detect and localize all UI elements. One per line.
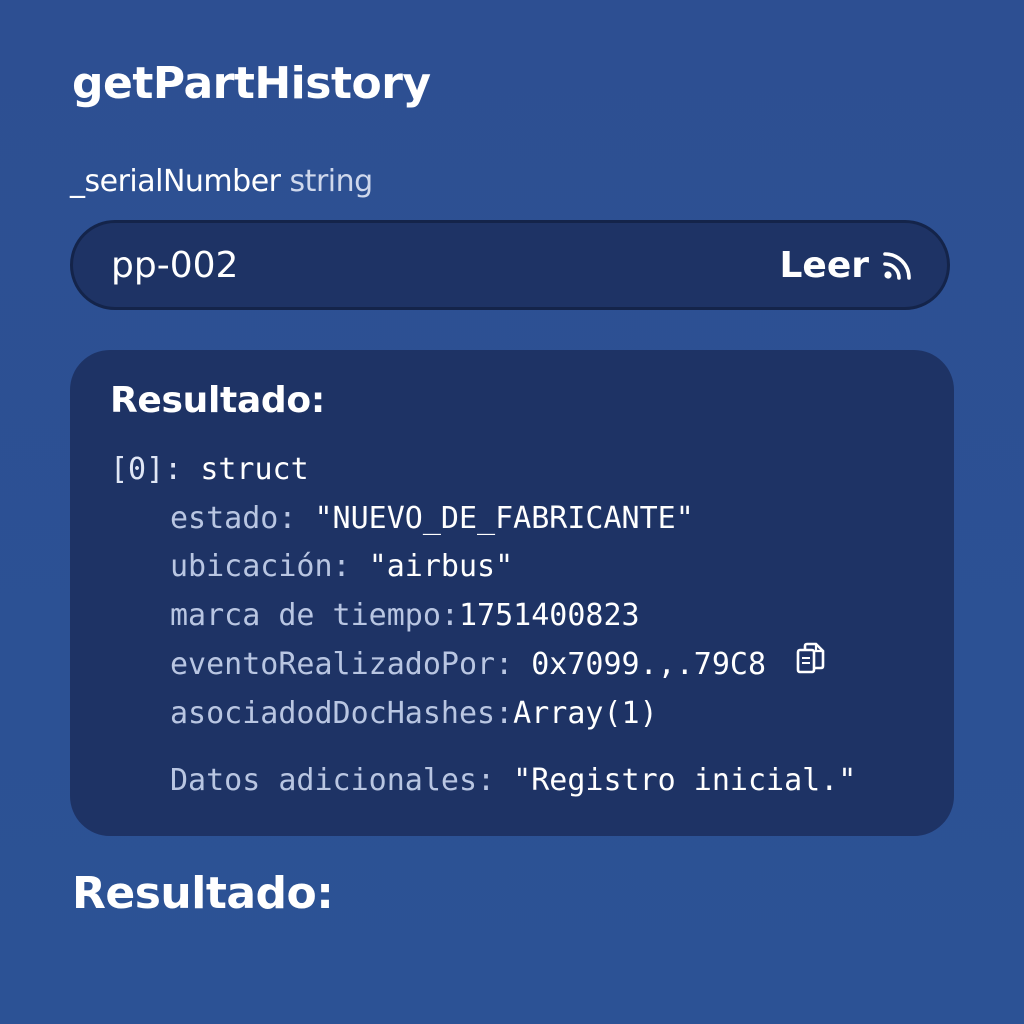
field-evento-realizado-por: eventoRealizadoPor: 0x7099.,.79C8 xyxy=(170,642,826,684)
field-value: "Registro inicial." xyxy=(513,763,857,798)
serial-input-row: Leer xyxy=(70,220,950,310)
field-value: 1751400823 xyxy=(458,598,640,633)
field-key: asociadodDocHashes: xyxy=(170,696,514,731)
function-title: getPartHistory xyxy=(72,58,431,109)
struct-header: [0]: struct xyxy=(110,452,309,487)
serial-number-input[interactable] xyxy=(111,244,780,286)
struct-type: struct xyxy=(200,452,309,487)
field-key: ubicación: xyxy=(170,549,351,584)
field-value: "NUEVO_DE_FABRICANTE" xyxy=(314,501,694,536)
bottom-result-heading: Resultado: xyxy=(72,868,334,919)
field-estado: estado: "NUEVO_DE_FABRICANTE" xyxy=(170,501,694,536)
struct-index: [0]: xyxy=(110,452,183,487)
field-value: "airbus" xyxy=(368,549,514,584)
read-button-label: Leer xyxy=(779,244,869,286)
field-ubicacion: ubicación: "airbus" xyxy=(170,549,513,584)
field-key: eventoRealizadoPor: xyxy=(170,647,514,682)
param-label: _serialNumber string xyxy=(70,164,373,199)
field-key: marca de tiempo: xyxy=(170,598,459,633)
field-key: estado: xyxy=(170,501,297,536)
copy-icon[interactable] xyxy=(796,642,826,684)
field-marca-de-tiempo: marca de tiempo:1751400823 xyxy=(170,598,640,633)
result-card: Resultado: [0]: struct estado: "NUEVO_DE… xyxy=(70,350,954,836)
result-heading: Resultado: xyxy=(110,380,325,421)
field-value: 0x7099.,.79C8 xyxy=(531,647,767,682)
field-value: Array(1) xyxy=(513,696,658,731)
field-key: Datos adicionales: xyxy=(170,763,496,798)
rss-feed-icon xyxy=(883,250,913,280)
read-button[interactable]: Leer xyxy=(779,245,913,286)
field-asociado-doc-hashes: asociadodDocHashes:Array(1) xyxy=(170,696,658,731)
field-datos-adicionales: Datos adicionales: "Registro inicial." xyxy=(170,763,856,798)
param-type: string xyxy=(289,164,374,199)
param-name: _serialNumber xyxy=(70,164,281,199)
